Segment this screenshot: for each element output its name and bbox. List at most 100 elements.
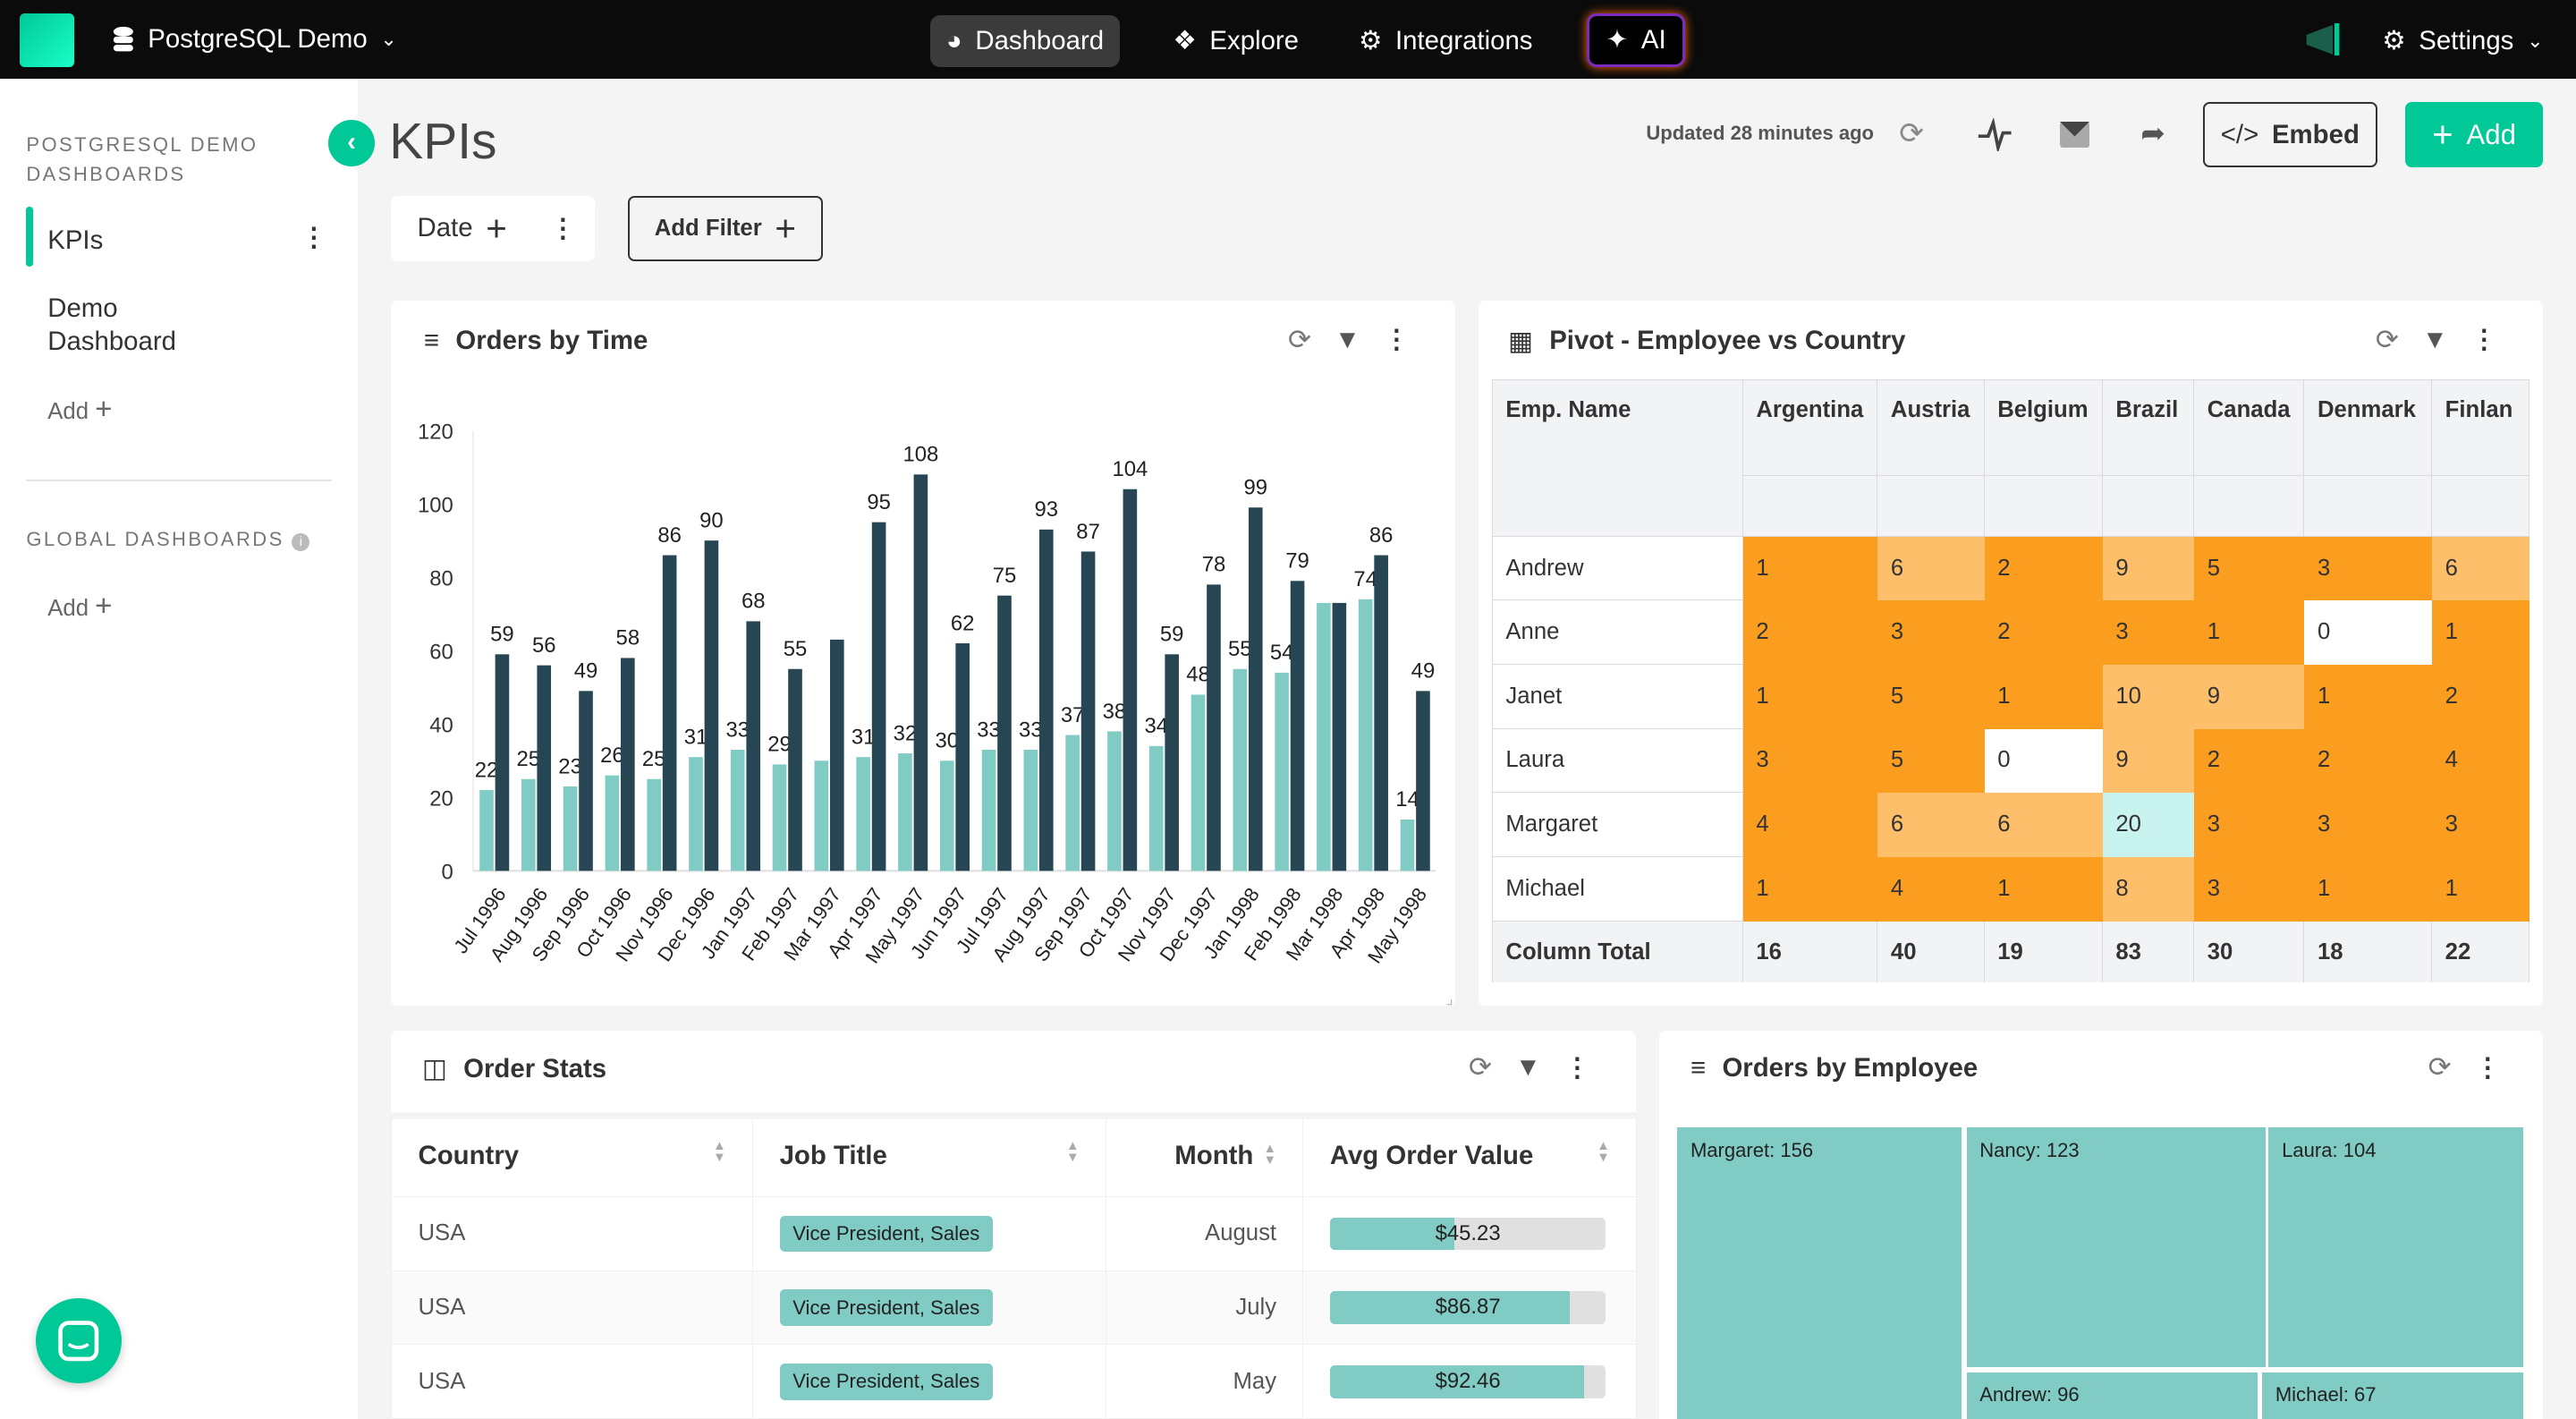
pivot-cell[interactable]: 5: [1877, 727, 1985, 794]
pivot-cell[interactable]: 6: [1983, 792, 2103, 857]
pivot-cell[interactable]: 0: [2303, 599, 2432, 665]
treemap-cell[interactable]: Laura: 104: [2268, 1126, 2524, 1368]
pivot-cell[interactable]: 1: [1983, 664, 2103, 729]
nav-integrations[interactable]: ⚙ Integrations: [1343, 15, 1549, 68]
column-header[interactable]: Job Title ▲ ▼: [752, 1114, 1107, 1198]
pivot-cell[interactable]: 10: [2101, 664, 2195, 729]
refresh-icon[interactable]: ⟳: [2376, 324, 2399, 356]
treemap-label: Nancy: 123: [1979, 1138, 2080, 1161]
pivot-cell[interactable]: 9: [2101, 727, 2195, 794]
pivot-cell[interactable]: 1: [1741, 664, 1878, 729]
pivot-cell[interactable]: 3: [2193, 792, 2305, 857]
pivot-cell[interactable]: 6: [1877, 535, 1985, 601]
pivot-cell[interactable]: 1: [2303, 664, 2432, 729]
pivot-cell[interactable]: 2: [2430, 664, 2530, 729]
pivot-cell[interactable]: 2: [2303, 727, 2432, 794]
pivot-cell[interactable]: 1: [2430, 855, 2530, 922]
kebab-menu-icon[interactable]: ⋮: [301, 222, 326, 253]
database-icon: [113, 26, 133, 51]
nav-dashboard[interactable]: ◕ Dashboard: [929, 14, 1121, 68]
pivot-cell[interactable]: 6: [2430, 535, 2530, 601]
datasource-selector[interactable]: PostgreSQL Demo ⌄: [96, 13, 414, 66]
table-icon: ◫: [422, 1054, 447, 1084]
pivot-cell[interactable]: 0: [1983, 727, 2103, 794]
sidebar-add-button[interactable]: Add +: [47, 393, 112, 427]
pivot-cell[interactable]: 4: [2430, 727, 2530, 794]
sidebar-item-demo-dashboard[interactable]: Demo Dashboard: [47, 293, 212, 358]
card-actions: ⟳ ▼ ⋮: [2376, 324, 2497, 356]
megaphone-icon[interactable]: [2303, 22, 2343, 56]
pivot-cell[interactable]: 3: [1741, 727, 1878, 794]
pivot-cell[interactable]: 1: [1983, 855, 2103, 922]
country-cell: USA: [391, 1344, 754, 1419]
treemap-cell[interactable]: Nancy: 123: [1966, 1126, 2266, 1368]
add-button[interactable]: + Add: [2404, 101, 2544, 168]
pivot-cell[interactable]: 6: [1877, 792, 1985, 857]
pulse-icon[interactable]: [1977, 118, 2012, 151]
filter-icon[interactable]: ▼: [1515, 1052, 1541, 1083]
pivot-header-row: Emp. Name Argentina Austria Belgium Brazil Ca…: [1491, 379, 2530, 537]
pivot-cell[interactable]: 3: [2101, 599, 2195, 665]
date-filter[interactable]: Date + ⋮: [391, 195, 595, 262]
pivot-cell[interactable]: 4: [1741, 792, 1878, 857]
sort-icon[interactable]: ▲ ▼: [1066, 1139, 1080, 1164]
treemap-cell[interactable]: Michael: 67: [2262, 1372, 2524, 1419]
pivot-cell[interactable]: 3: [2430, 792, 2530, 857]
collapse-sidebar-button[interactable]: ‹: [328, 120, 375, 166]
bar: [1249, 507, 1263, 871]
sort-icon[interactable]: ▲ ▼: [1597, 1139, 1610, 1164]
global-add-button[interactable]: Add +: [47, 590, 112, 624]
refresh-icon[interactable]: ⟳: [1469, 1051, 1492, 1083]
section-label: GLOBAL DASHBOARDS: [26, 527, 284, 550]
email-icon[interactable]: [2060, 121, 2090, 149]
pivot-cell[interactable]: 1: [1741, 535, 1878, 601]
pivot-cell[interactable]: 9: [2101, 535, 2195, 601]
column-header[interactable]: Month ▲ ▼: [1106, 1114, 1304, 1198]
sidebar-item-kpis[interactable]: KPIs: [47, 225, 103, 256]
data-label: 31: [684, 726, 708, 750]
sort-icon[interactable]: ▲ ▼: [1263, 1142, 1277, 1167]
bar: [814, 760, 829, 871]
treemap-cell[interactable]: Margaret: 156: [1677, 1126, 1962, 1419]
refresh-icon[interactable]: ⟳: [1899, 115, 1924, 151]
pivot-cell[interactable]: 2: [1741, 599, 1878, 665]
nav-explore[interactable]: ❖ Explore: [1157, 15, 1315, 68]
kebab-menu-icon[interactable]: ⋮: [1564, 1052, 1590, 1083]
pivot-cell[interactable]: 20: [2101, 792, 2195, 857]
pivot-cell[interactable]: 2: [1983, 599, 2103, 665]
pivot-cell[interactable]: 3: [2193, 855, 2305, 922]
chat-support-button[interactable]: [36, 1297, 122, 1384]
job-title-tag: Vice President, Sales: [779, 1363, 993, 1400]
pivot-cell[interactable]: 5: [1877, 664, 1985, 729]
app-logo[interactable]: [20, 13, 74, 68]
share-icon[interactable]: ➦: [2140, 115, 2165, 151]
filter-icon[interactable]: ▼: [2422, 325, 2448, 355]
pivot-cell[interactable]: 8: [2101, 855, 2195, 922]
settings-menu[interactable]: ⚙ Settings ⌄: [2366, 15, 2560, 68]
pivot-cell[interactable]: 3: [1877, 599, 1985, 665]
pivot-cell[interactable]: 9: [2193, 664, 2305, 729]
pivot-cell[interactable]: 4: [1877, 855, 1985, 922]
pivot-cell[interactable]: 3: [2303, 535, 2432, 601]
pivot-cell[interactable]: 2: [2193, 727, 2305, 794]
sort-icon[interactable]: ▲ ▼: [713, 1139, 726, 1164]
refresh-icon[interactable]: ⟳: [2428, 1051, 2452, 1083]
nav-ai[interactable]: ✦ AI: [1587, 13, 1686, 68]
column-header[interactable]: Avg Order Value ▲ ▼: [1302, 1114, 1638, 1198]
column-header[interactable]: Country ▲ ▼: [391, 1114, 754, 1198]
pivot-cell[interactable]: 2: [1983, 535, 2103, 601]
add-filter-button[interactable]: Add Filter +: [627, 195, 824, 262]
pivot-cell[interactable]: 5: [2193, 535, 2305, 601]
pivot-cell[interactable]: 1: [2430, 599, 2530, 665]
kebab-menu-icon[interactable]: ⋮: [550, 213, 576, 244]
pivot-cell[interactable]: 1: [2303, 855, 2432, 922]
info-icon[interactable]: i: [292, 532, 310, 552]
progress-bar: $92.46: [1329, 1364, 1606, 1398]
pivot-cell[interactable]: 1: [1741, 855, 1878, 922]
kebab-menu-icon[interactable]: ⋮: [2471, 324, 2497, 355]
pivot-cell[interactable]: 3: [2303, 792, 2432, 857]
treemap-cell[interactable]: Andrew: 96: [1966, 1372, 2258, 1419]
embed-button[interactable]: </> Embed: [2203, 101, 2377, 168]
kebab-menu-icon[interactable]: ⋮: [2475, 1052, 2501, 1083]
pivot-cell[interactable]: 1: [2193, 599, 2305, 665]
